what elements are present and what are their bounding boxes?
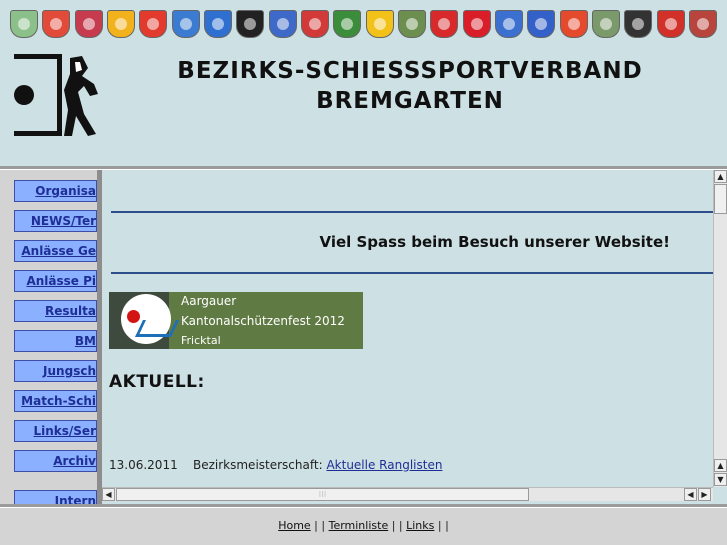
crest-12-icon: [365, 10, 394, 38]
shooter-logo: [14, 54, 98, 136]
footer-separator: | |: [310, 519, 329, 532]
site-title: BEZIRKS-SCHIESSSPORTVERBAND BREMGARTEN: [150, 56, 670, 116]
kantonalschuetzenfest-banner[interactable]: Aargauer Kantonalschützenfest 2012 Frick…: [109, 292, 363, 349]
news-text: Bezirksmeisterschaft:: [192, 458, 323, 472]
crest-11-icon: [333, 10, 362, 38]
horizontal-scroll-thumb[interactable]: ⁝⁝⁝: [116, 488, 529, 501]
title-line-1: BEZIRKS-SCHIESSSPORTVERBAND: [177, 58, 643, 84]
crest-18-icon: [559, 10, 588, 38]
nav-anlaesse-gewehr[interactable]: Anlässe Ge: [14, 240, 97, 262]
scroll-right-icon[interactable]: ▶: [698, 488, 711, 501]
top-rule: [111, 211, 714, 213]
banner-line-3: Fricktal: [181, 334, 221, 347]
crest-row: [0, 0, 727, 44]
scroll-down-icon[interactable]: ▼: [714, 473, 727, 486]
banner-line-2: Kantonalschützenfest 2012: [181, 314, 345, 328]
nav-intern-link[interactable]: Intern: [15, 491, 96, 504]
nav-match-schiessen-link[interactable]: Match-Schi: [15, 391, 96, 411]
nav-news-termine[interactable]: NEWS/Ter: [14, 210, 97, 232]
crest-13-icon: [397, 10, 426, 38]
nav-resultate[interactable]: Resulta: [14, 300, 97, 322]
horizontal-scrollbar[interactable]: ◀ ⁝⁝⁝ ◀ ▶: [102, 487, 713, 501]
crest-16-icon: [494, 10, 523, 38]
sidebar-nav: Organisa NEWS/Ter Anlässe Ge Anlässe Pi …: [0, 170, 97, 504]
nav-links-service[interactable]: Links/Ser: [14, 420, 97, 442]
nav-links-service-link[interactable]: Links/Ser: [15, 421, 96, 441]
aktuell-heading: AKTUELL:: [109, 372, 205, 392]
nav-jungschuetzen[interactable]: Jungsch: [14, 360, 97, 382]
nav-bm[interactable]: BM: [14, 330, 97, 352]
footer-separator: | |: [434, 519, 449, 532]
footer-separator: | |: [388, 519, 407, 532]
nav-match-schiessen[interactable]: Match-Schi: [14, 390, 97, 412]
crest-15-icon: [462, 10, 491, 38]
nav-organisation[interactable]: Organisa: [14, 180, 97, 202]
crest-19-icon: [591, 10, 620, 38]
crest-1-icon: [10, 10, 38, 38]
crest-20-icon: [624, 10, 653, 38]
nav-anlaesse-gewehr-link[interactable]: Anlässe Ge: [15, 241, 96, 261]
nav-archiv-link[interactable]: Archiv: [15, 451, 96, 471]
crest-9-icon: [268, 10, 297, 38]
news-date: 13.06.2011: [109, 458, 178, 472]
crest-2-icon: [42, 10, 71, 38]
nav-organisation-link[interactable]: Organisa: [15, 181, 96, 201]
nav-resultate-link[interactable]: Resulta: [15, 301, 96, 321]
scroll-left-icon[interactable]: ◀: [102, 488, 115, 501]
crest-6-icon: [171, 10, 200, 38]
scroll-left-end-icon[interactable]: ◀: [684, 488, 697, 501]
footer-links-link[interactable]: Links: [406, 519, 434, 532]
vertical-scroll-thumb[interactable]: [714, 184, 727, 214]
nav-news-termine-link[interactable]: NEWS/Ter: [15, 211, 96, 231]
crest-3-icon: [74, 10, 103, 38]
vertical-scrollbar[interactable]: ▲ ▲ ▼: [713, 170, 727, 487]
footer-nav: Home | | Terminliste | | Links | |: [0, 508, 727, 545]
scroll-up-bottom-icon[interactable]: ▲: [714, 459, 727, 472]
footer-home-link[interactable]: Home: [278, 519, 310, 532]
crest-10-icon: [300, 10, 329, 38]
welcome-text: Viel Spass beim Besuch unserer Website!: [319, 233, 670, 251]
bottom-rule: [111, 272, 714, 274]
banner-line-1: Aargauer: [181, 294, 237, 308]
nav-intern[interactable]: Intern: [14, 490, 97, 504]
apple-icon: [127, 310, 140, 323]
nav-archiv[interactable]: Archiv: [14, 450, 97, 472]
scroll-up-icon[interactable]: ▲: [714, 170, 727, 183]
crest-7-icon: [203, 10, 232, 38]
news-item: 13.06.2011 Bezirksmeisterschaft: Aktuell…: [109, 458, 442, 472]
crest-5-icon: [139, 10, 168, 38]
nav-anlaesse-pistole[interactable]: Anlässe Pi: [14, 270, 97, 292]
crest-14-icon: [430, 10, 459, 38]
crest-8-icon: [236, 10, 265, 38]
crest-21-icon: [656, 10, 685, 38]
content-frame: Viel Spass beim Besuch unserer Website! …: [102, 170, 727, 504]
crest-4-icon: [106, 10, 135, 38]
nav-anlaesse-pistole-link[interactable]: Anlässe Pi: [15, 271, 96, 291]
nav-jungschuetzen-link[interactable]: Jungsch: [15, 361, 96, 381]
crest-22-icon: [688, 10, 717, 38]
footer-terminliste-link[interactable]: Terminliste: [329, 519, 389, 532]
title-line-2: BREMGARTEN: [316, 88, 504, 114]
ranglisten-link[interactable]: Aktuelle Ranglisten: [326, 458, 442, 472]
nav-bm-link[interactable]: BM: [15, 331, 96, 351]
crest-17-icon: [527, 10, 556, 38]
